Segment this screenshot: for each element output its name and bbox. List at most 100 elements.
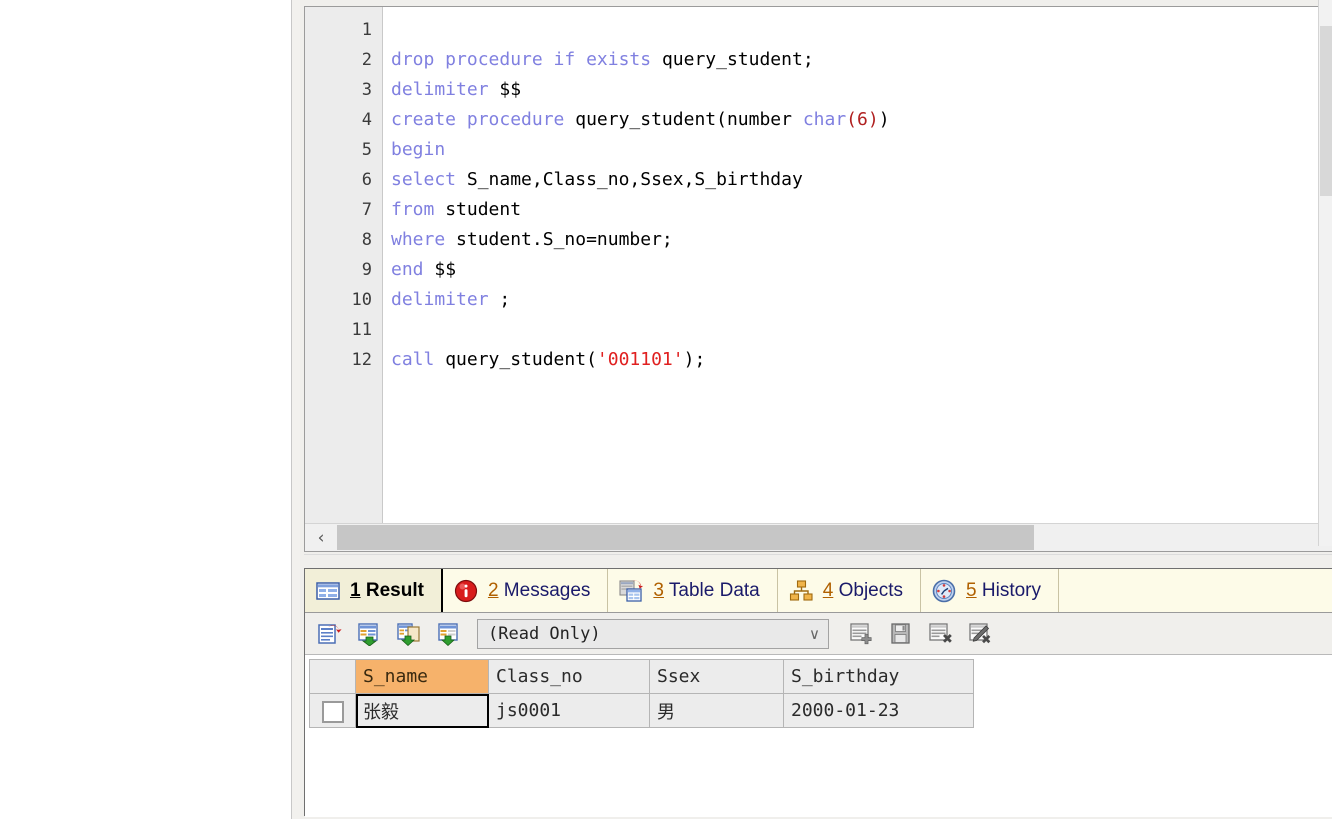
sql-editor-body: 1 2 3 4 5 6 7 8 9 10 11 12 drop procedure if exists… [305, 7, 1332, 523]
code-token: where [391, 229, 457, 250]
code-token: $$ [499, 79, 522, 100]
grid-mode-select[interactable]: (Read Only) ∨ [477, 618, 829, 649]
grid-cell[interactable]: 2000-01-23 [783, 693, 974, 728]
line-number: 11 [351, 320, 372, 340]
hscroll-thumb[interactable] [337, 525, 1034, 550]
grid-cell[interactable]: 张毅 [355, 693, 489, 728]
editor-horizontal-scrollbar[interactable]: ‹ [305, 523, 1332, 551]
code-token: call [391, 349, 446, 370]
row-selector-cell[interactable] [309, 693, 356, 728]
code-line[interactable]: select S_name,Class_no,Ssex,S_birthday [391, 165, 1332, 195]
sql-editor-panel: 1 2 3 4 5 6 7 8 9 10 11 12 drop procedure if exists… [304, 6, 1332, 552]
tab-label: 5 History [966, 579, 1042, 601]
tab-label: 4 Objects [822, 579, 904, 601]
copy-grid-button[interactable] [393, 618, 425, 650]
result-pane: 1 Result 2 Messages 3 Table Data 4 Objects 5… [304, 568, 1332, 817]
hscroll-track[interactable] [337, 524, 1332, 551]
line-number: 12 [351, 350, 372, 370]
code-line[interactable] [391, 15, 1332, 45]
delete-record-icon [929, 622, 952, 643]
code-line[interactable]: begin [391, 135, 1332, 165]
tab-history[interactable]: 5 History [921, 569, 1060, 612]
code-line[interactable] [391, 315, 1332, 345]
code-token: char [802, 109, 847, 130]
vscroll-thumb[interactable] [1320, 26, 1332, 196]
line-number-gutter: 1 2 3 4 5 6 7 8 9 10 11 12 [305, 7, 383, 523]
history-clock-icon [931, 579, 957, 603]
tab-result[interactable]: 1 Result [305, 569, 443, 612]
code-token: ) [878, 109, 890, 130]
table-data-icon [618, 579, 644, 603]
chevron-down-icon: ∨ [809, 624, 820, 643]
code-token: '001101' [596, 349, 684, 370]
column-header[interactable]: S_birthday [783, 659, 974, 694]
copy-grid-icon [397, 622, 420, 646]
grid-corner-cell[interactable] [309, 659, 356, 694]
line-number: 10 [351, 290, 372, 310]
code-token: begin [391, 139, 446, 160]
line-number: 8 [361, 230, 372, 250]
objects-tree-icon [788, 579, 814, 603]
line-number: 6 [361, 170, 372, 190]
code-line[interactable]: from student [391, 195, 1332, 225]
code-token: delimiter [391, 289, 500, 310]
import-grid-button[interactable] [433, 618, 465, 650]
code-line[interactable]: delimiter $$ [391, 75, 1332, 105]
result-grid[interactable]: S_name Class_no Ssex S_birthday 张毅 js0001 男 200… [309, 659, 974, 728]
export-grid-icon [358, 622, 378, 646]
table-row[interactable]: 张毅 js0001 男 2000-01-23 [309, 693, 974, 728]
code-line[interactable]: call query_student('001101'); [391, 345, 1332, 375]
code-token: from [391, 199, 446, 220]
grid-cell[interactable]: 男 [649, 693, 784, 728]
sql-code-area[interactable]: drop procedure if exists query_student; d… [383, 7, 1332, 523]
tab-label: 3 Table Data [653, 579, 760, 601]
result-toolbar: (Read Only) ∨ [305, 613, 1332, 655]
row-checkbox[interactable] [321, 701, 344, 723]
code-token: drop procedure if exists [391, 49, 662, 70]
code-line[interactable]: where student.S_no=number; [391, 225, 1332, 255]
result-tab-bar: 1 Result 2 Messages 3 Table Data 4 Objects 5… [305, 569, 1332, 613]
code-line[interactable]: delimiter ; [391, 285, 1332, 315]
code-token: student [445, 199, 522, 220]
tab-label: 2 Messages [487, 579, 591, 601]
code-line[interactable]: drop procedure if exists query_student; [391, 45, 1332, 75]
tab-messages[interactable]: 2 Messages [442, 569, 609, 612]
code-line[interactable]: create procedure query_student(number ch… [391, 105, 1332, 135]
export-grid-button[interactable] [353, 618, 385, 650]
column-header[interactable]: Ssex [649, 659, 784, 694]
line-number: 2 [361, 50, 372, 70]
add-record-icon [850, 622, 872, 644]
line-number: 5 [361, 140, 372, 160]
save-record-button[interactable] [885, 618, 917, 650]
line-number: 9 [361, 260, 372, 280]
code-token: query_student(number [575, 109, 803, 130]
column-header[interactable]: Class_no [488, 659, 650, 694]
result-grid-area: S_name Class_no Ssex S_birthday 张毅 js0001 男 200… [305, 655, 1332, 817]
code-token: $$ [434, 259, 457, 280]
grid-cell[interactable]: js0001 [488, 693, 650, 728]
info-circle-icon [453, 579, 479, 603]
desktop-background [0, 0, 291, 819]
line-number: 7 [361, 200, 372, 220]
code-token: student.S_no=number; [456, 229, 673, 250]
window-left-padding [292, 0, 300, 819]
code-token: query_student; [661, 49, 814, 70]
refresh-grid-button[interactable] [313, 618, 345, 650]
add-record-button[interactable] [845, 618, 877, 650]
code-token: end [391, 259, 435, 280]
scroll-left-icon[interactable]: ‹ [305, 524, 337, 551]
line-number: 4 [361, 110, 372, 130]
line-number: 1 [361, 20, 372, 40]
code-line[interactable]: end $$ [391, 255, 1332, 285]
pane-splitter[interactable] [304, 554, 1332, 566]
refresh-grid-icon [318, 623, 342, 644]
delete-record-button[interactable] [925, 618, 957, 650]
code-token: query_student( [445, 349, 597, 370]
line-number: 3 [361, 80, 372, 100]
tab-table-data[interactable]: 3 Table Data [608, 569, 778, 612]
column-header[interactable]: S_name [355, 659, 489, 694]
tab-objects[interactable]: 4 Objects [777, 569, 922, 612]
edit-record-button[interactable] [965, 618, 997, 650]
editor-vertical-scrollbar[interactable] [1318, 0, 1332, 546]
grid-mode-value: (Read Only) [488, 623, 601, 644]
